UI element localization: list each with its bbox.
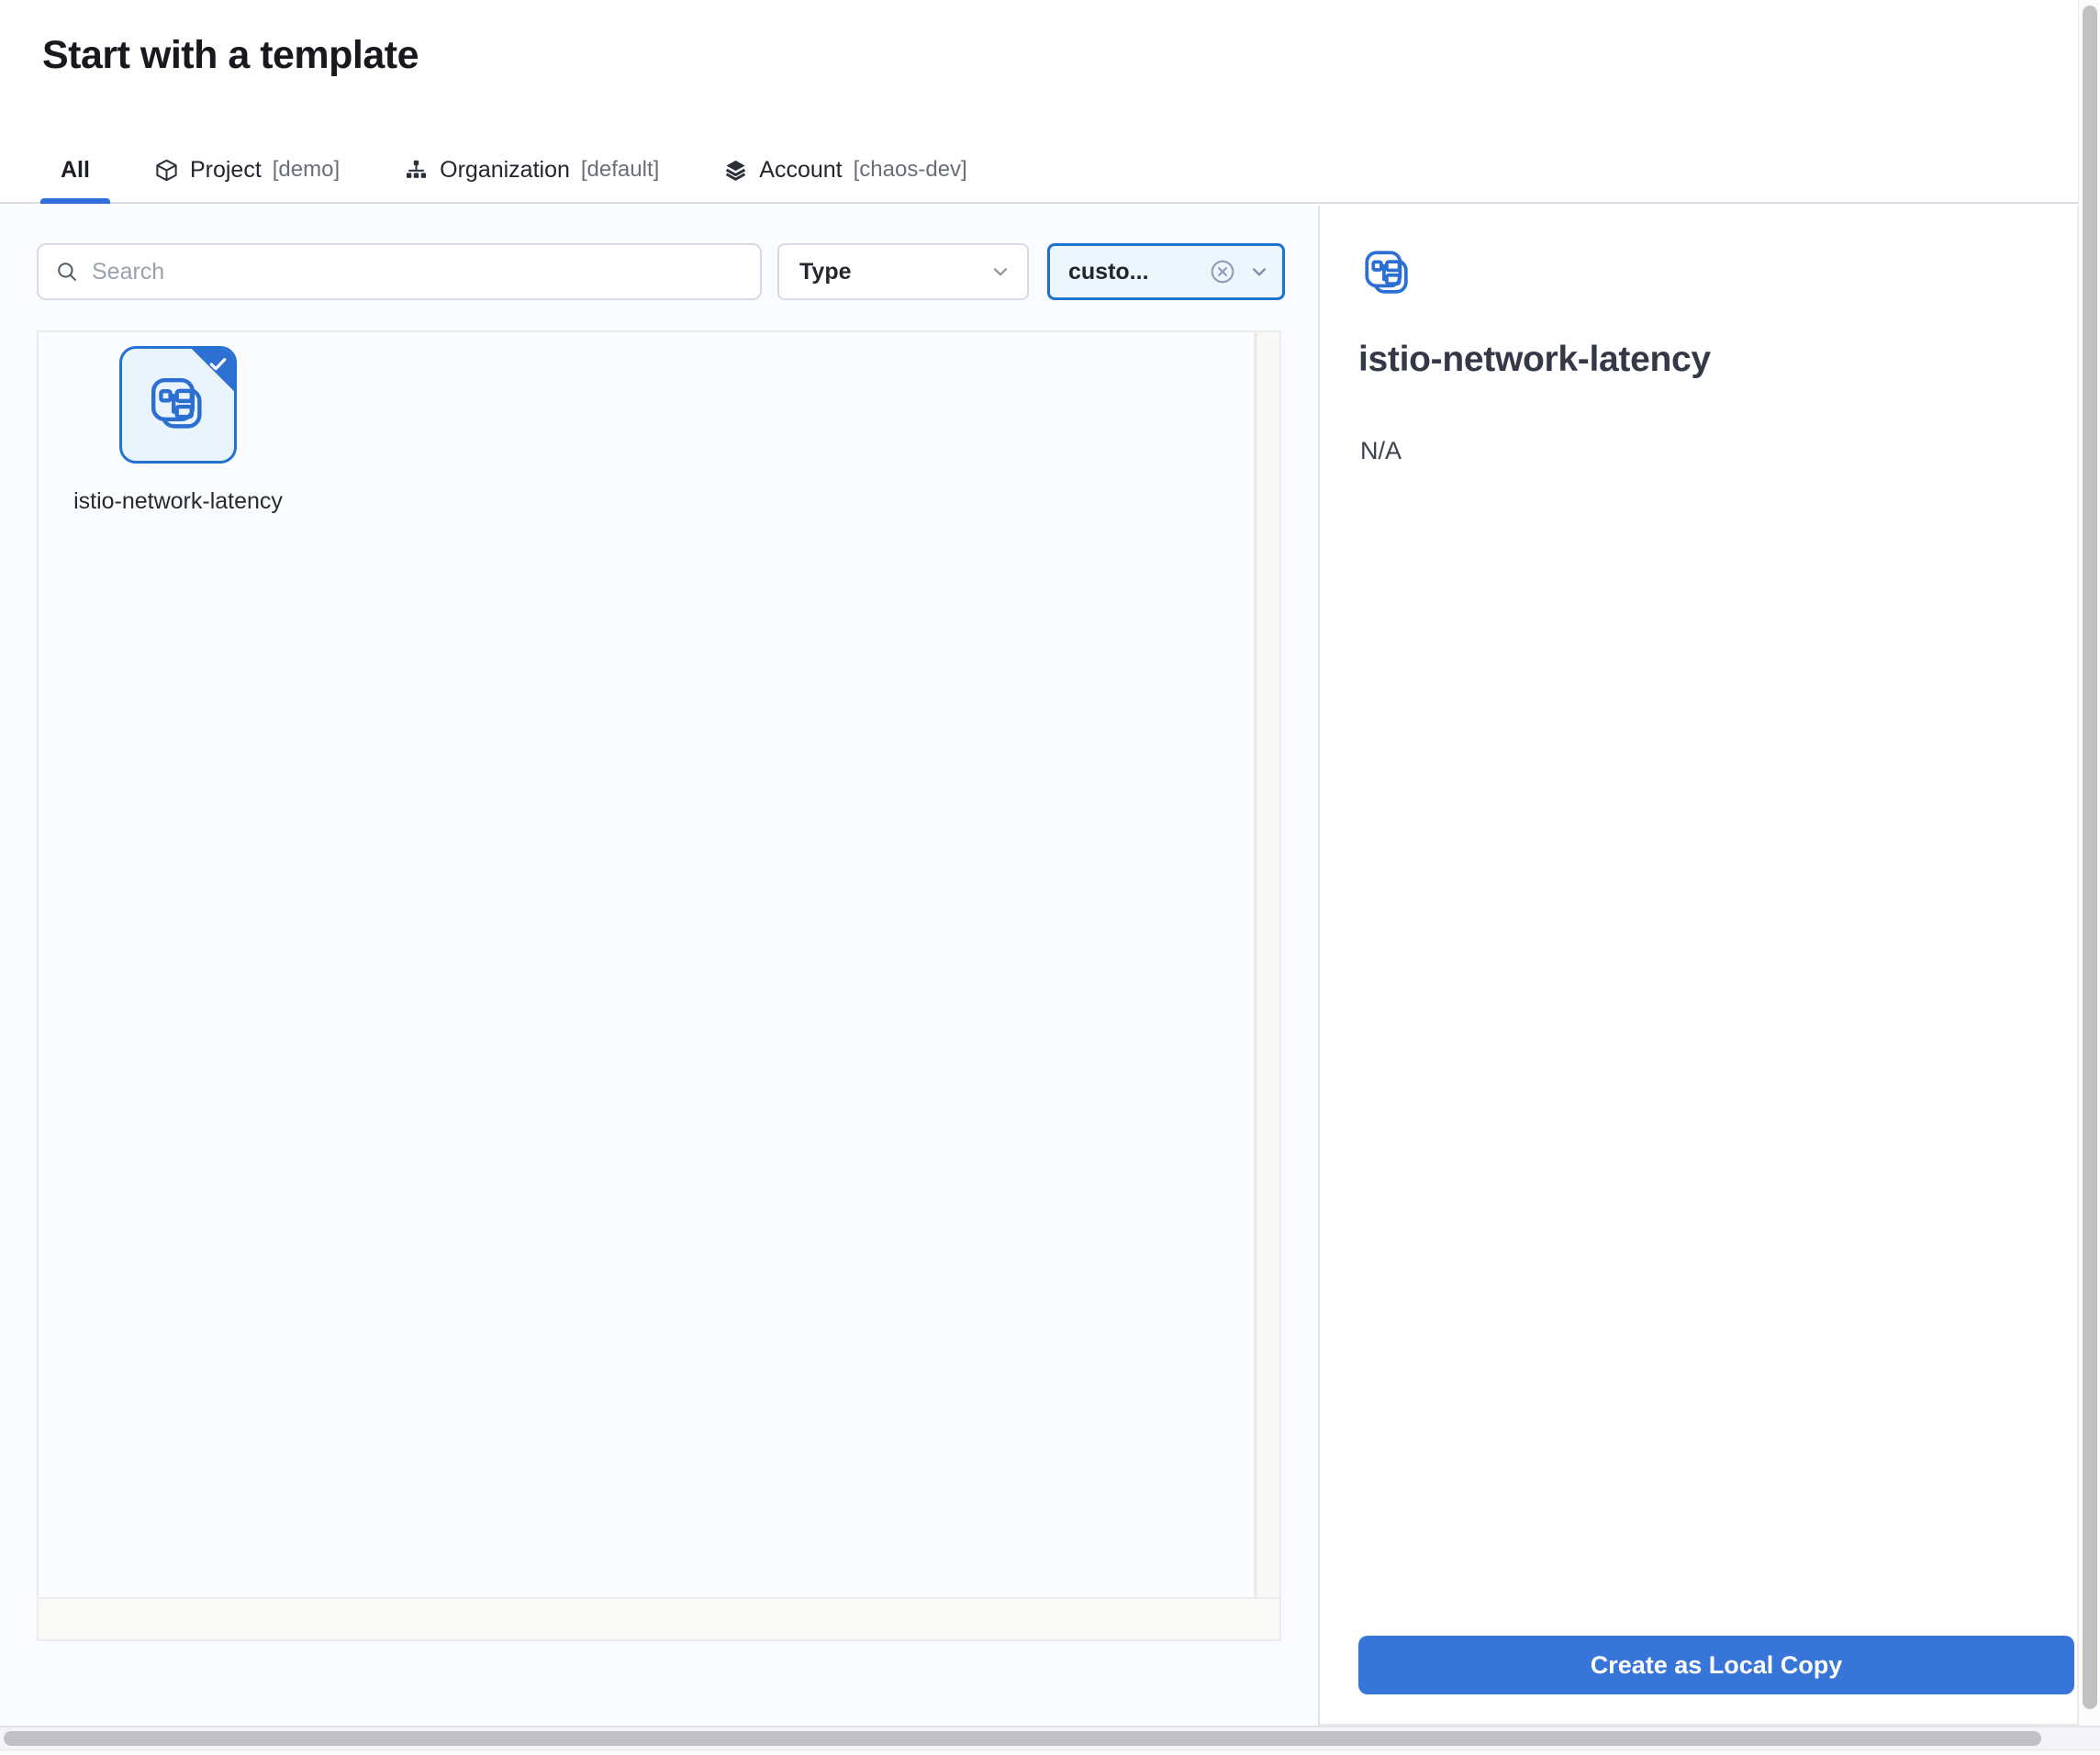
tab-scope-badge: [default] <box>581 157 659 183</box>
filter-row: Type custo... <box>0 243 1318 300</box>
check-icon <box>207 353 229 374</box>
template-details-panel: istio-network-latency N/A Create as Loca… <box>1320 206 2078 1726</box>
search-icon <box>55 260 79 284</box>
search-input[interactable] <box>92 259 743 285</box>
scope-tabs: All Project [demo] <box>40 136 988 204</box>
type-filter-dropdown[interactable]: Type <box>777 243 1029 300</box>
chevron-down-icon <box>989 260 1012 284</box>
cube-icon <box>154 158 179 183</box>
tab-project[interactable]: Project [demo] <box>134 136 360 204</box>
scope-filter-dropdown[interactable]: custo... <box>1047 243 1285 300</box>
clear-circle-icon[interactable] <box>1207 256 1238 287</box>
scope-filter-value: custo... <box>1068 259 1198 285</box>
tab-account[interactable]: Account [chaos-dev] <box>703 136 987 204</box>
template-card-name: istio-network-latency <box>65 484 291 519</box>
tab-label: Account <box>759 157 842 184</box>
tab-label: Project <box>190 157 262 184</box>
tab-organization[interactable]: Organization [default] <box>384 136 679 204</box>
active-tab-underline <box>40 198 110 204</box>
hierarchy-icon <box>404 158 429 183</box>
create-as-local-copy-button[interactable]: Create as Local Copy <box>1358 1636 2074 1694</box>
layers-icon <box>723 158 748 183</box>
page-title: Start with a template <box>42 33 419 78</box>
template-detail-description: N/A <box>1360 437 1402 465</box>
page-horizontal-scrollbar-thumb[interactable] <box>4 1731 2041 1746</box>
template-detail-title: istio-network-latency <box>1358 340 1711 380</box>
template-card-istio-network-latency[interactable]: istio-network-latency <box>61 346 296 519</box>
template-icon <box>1362 248 1413 299</box>
tab-scope-badge: [chaos-dev] <box>854 157 967 183</box>
page-vertical-scrollbar-thumb[interactable] <box>2083 6 2097 1709</box>
tab-scope-badge: [demo] <box>273 157 340 183</box>
template-browser-panel: Type custo... <box>0 206 1318 1726</box>
chevron-down-icon <box>1247 260 1271 284</box>
tab-label: All <box>61 157 90 184</box>
type-filter-label: Type <box>799 259 852 285</box>
grid-vertical-scrollbar-track <box>1256 330 1281 1599</box>
tab-label: Organization <box>440 157 570 184</box>
tab-all[interactable]: All <box>40 136 110 204</box>
grid-horizontal-scrollbar-track <box>37 1597 1281 1641</box>
template-card-tile[interactable] <box>119 346 237 464</box>
page-bottom-bar <box>0 1726 2100 1755</box>
page-horizontal-scrollbar <box>0 1726 2100 1750</box>
search-box <box>37 243 762 300</box>
template-grid: istio-network-latency <box>37 330 1256 1599</box>
start-with-template-dialog: Start with a template All Project [demo] <box>0 0 2100 1755</box>
page-vertical-scrollbar <box>2078 0 2100 1726</box>
header: Start with a template All Project [demo] <box>0 0 2100 204</box>
